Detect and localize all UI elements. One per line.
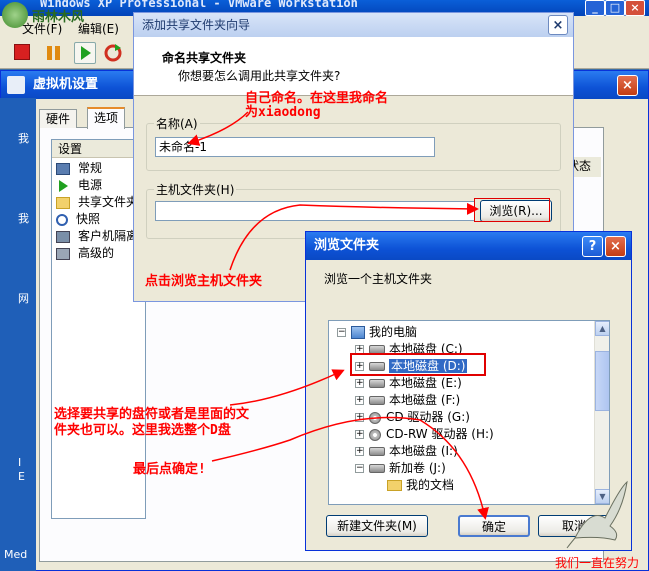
browse-prompt: 浏览一个主机文件夹	[324, 272, 433, 286]
list-item-advanced[interactable]: 高级的	[56, 245, 114, 262]
wizard-subheading: 你想要怎么调用此共享文件夹?	[178, 69, 341, 83]
settings-close-button[interactable]: ×	[617, 75, 638, 96]
wizard-close-button[interactable]: ×	[548, 15, 568, 35]
browse-close-button[interactable]: ×	[605, 236, 626, 257]
tree-item-label: 本地磁盘 (I:)	[389, 444, 458, 458]
cd-icon	[369, 428, 381, 441]
selection-highlight-box	[350, 353, 486, 376]
scroll-thumb[interactable]	[595, 351, 609, 411]
tree-item-label: CD 驱动器 (G:)	[386, 410, 470, 424]
wizard-titlebar: 添加共享文件夹向导 ×	[134, 13, 573, 37]
tree-item-label: CD-RW 驱动器 (H:)	[386, 427, 494, 441]
expand-icon[interactable]: +	[355, 413, 364, 422]
cd-icon	[369, 411, 381, 424]
help-button[interactable]: ?	[582, 236, 603, 257]
tab-options[interactable]: 选项	[87, 107, 126, 129]
reset-icon[interactable]	[103, 43, 123, 63]
drive-icon	[369, 379, 385, 388]
annotation-browse: 点击浏览主机文件夹	[145, 274, 263, 289]
scroll-up-button[interactable]: ▲	[595, 321, 609, 336]
collapse-icon[interactable]: −	[355, 464, 364, 473]
minimize-button[interactable]: _	[585, 0, 605, 16]
settings-list-header: 设置	[52, 140, 145, 158]
wizard-heading: 命名共享文件夹	[162, 51, 247, 65]
annotation-ok: 最后点确定!	[133, 462, 206, 477]
drive-icon	[369, 464, 385, 473]
tree-item-label: 本地磁盘 (E:)	[389, 376, 462, 390]
settings-title: 虚拟机设置	[33, 77, 99, 92]
list-item-general[interactable]: 常规	[56, 160, 102, 177]
browse-titlebar: 浏览文件夹 ? ×	[306, 232, 631, 260]
maximize-button[interactable]: □	[605, 0, 625, 16]
server-icon	[56, 247, 70, 260]
collapse-icon[interactable]: −	[337, 328, 346, 337]
host-folder-field[interactable]	[155, 201, 475, 221]
drive-icon	[369, 396, 385, 405]
list-item-snapshots[interactable]: 快照	[56, 211, 100, 228]
annotation-name-2: 为xiaodong	[245, 105, 321, 120]
tree-item-label: 本地磁盘 (F:)	[389, 393, 461, 407]
tree-item-label: 新加卷 (J:)	[389, 461, 446, 475]
folder-icon	[56, 196, 70, 209]
clock-icon	[56, 213, 68, 226]
signature-text: 我们一直在努力	[555, 556, 640, 570]
settings-list: 设置 常规 电源 共享文件夹 快照 客户机隔离 高级的	[51, 139, 146, 519]
list-item-power[interactable]: 电源	[56, 177, 102, 194]
desktop-left-strip: 我 我 网 I E Med	[0, 98, 36, 571]
logo-text: 雨林木风	[32, 10, 85, 25]
list-item-shared-folders[interactable]: 共享文件夹	[56, 194, 138, 211]
folder-icon	[387, 480, 402, 491]
tree-scrollbar[interactable]: ▲ ▼	[594, 321, 609, 504]
bird-icon	[566, 480, 628, 549]
expand-icon[interactable]: +	[355, 379, 364, 388]
home-icon	[7, 76, 25, 94]
tree-item-label: 我的电脑	[369, 325, 418, 339]
host-folder-label: 主机文件夹(H)	[154, 181, 237, 198]
play-icon	[59, 179, 68, 192]
pause-icon[interactable]	[44, 43, 64, 63]
expand-icon[interactable]: +	[355, 396, 364, 405]
computer-icon	[351, 326, 365, 339]
annotation-select-2: 件夹也可以。这里我选整个D盘	[54, 423, 231, 438]
logo-icon	[2, 2, 28, 28]
play-icon[interactable]	[74, 42, 96, 64]
drive-icon	[369, 447, 385, 456]
new-folder-button[interactable]: 新建文件夹(M)	[326, 515, 428, 537]
person-icon	[56, 230, 70, 243]
logo: 雨林木风	[2, 2, 102, 36]
name-field[interactable]: 未命名-1	[155, 137, 435, 157]
stop-icon[interactable]	[14, 44, 30, 60]
name-label: 名称(A)	[154, 115, 200, 132]
list-item-isolation[interactable]: 客户机隔离	[56, 228, 138, 245]
browse-title: 浏览文件夹	[314, 238, 380, 253]
monitor-icon	[56, 162, 70, 175]
close-button[interactable]: ×	[625, 0, 645, 16]
expand-icon[interactable]: +	[355, 447, 364, 456]
tab-hardware[interactable]: 硬件	[39, 109, 78, 128]
browse-highlight-box	[474, 198, 550, 222]
ok-button[interactable]: 确定	[458, 515, 530, 537]
expand-icon[interactable]: +	[355, 430, 364, 439]
wizard-title: 添加共享文件夹向导	[142, 18, 251, 32]
tree-item-label: 我的文档	[406, 478, 455, 492]
